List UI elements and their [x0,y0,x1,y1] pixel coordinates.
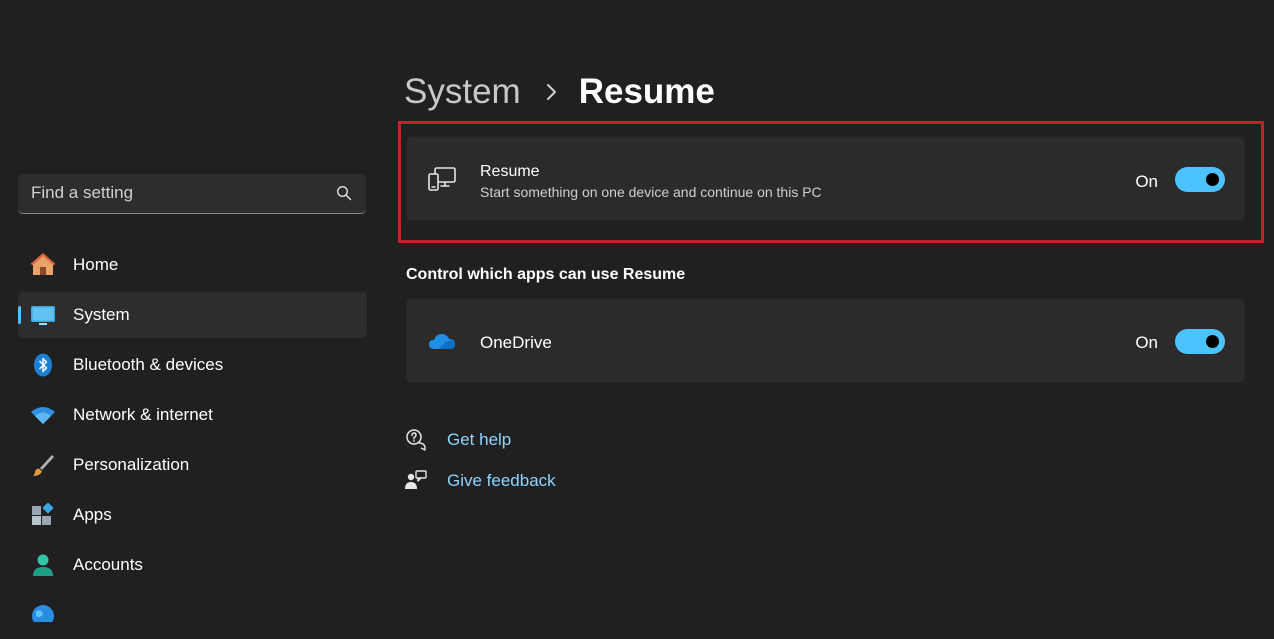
toggle-knob [1206,173,1219,186]
devices-icon [428,167,456,191]
sidebar-item-label: Bluetooth & devices [73,355,224,374]
sidebar-item-accounts[interactable]: Accounts [18,542,367,588]
onedrive-state-label: On [1135,333,1158,352]
sidebar-item-label: Home [73,255,119,274]
give-feedback-row[interactable]: Give feedback [404,468,556,494]
onedrive-setting-card[interactable]: OneDrive On [406,298,1245,383]
sidebar-item-label: Personalization [73,455,190,474]
sidebar-item-apps[interactable]: Apps [18,492,367,538]
monitor-icon [31,306,55,325]
resume-description: Start something on one device and contin… [480,184,822,200]
breadcrumb: System Resume [404,70,715,114]
resume-setting-card[interactable]: Resume Start something on one device and… [406,136,1245,221]
sidebar-nav: Home System Bluetooth & devices Network … [18,242,367,626]
onedrive-icon [429,334,455,349]
sidebar-item-label: Network & internet [73,405,213,424]
globe-icon [32,605,54,622]
resume-title: Resume [480,163,540,180]
search-icon[interactable] [336,185,352,201]
sidebar-item-label: Accounts [73,555,143,574]
get-help-row[interactable]: Get help [404,427,511,453]
sidebar-item-partial[interactable] [18,592,367,622]
page-title: Resume [578,72,715,111]
feedback-icon [405,470,427,489]
bluetooth-icon [34,353,52,377]
sidebar-item-label: Apps [73,505,112,524]
person-icon [33,554,53,576]
sidebar-item-network[interactable]: Network & internet [18,392,367,438]
chevron-right-icon [546,84,556,100]
home-icon [30,253,56,275]
sidebar-item-label: System [73,305,130,324]
toggle-knob [1206,335,1219,348]
search-box[interactable] [18,174,366,214]
breadcrumb-parent[interactable]: System [404,72,521,112]
resume-toggle[interactable] [1175,167,1225,192]
apps-icon [32,503,54,525]
onedrive-title: OneDrive [480,333,552,352]
sidebar-item-bluetooth[interactable]: Bluetooth & devices [18,342,367,388]
wifi-icon [31,407,55,424]
onedrive-toggle[interactable] [1175,329,1225,354]
sidebar-item-system[interactable]: System [18,292,367,338]
brush-icon [33,455,54,476]
help-icon [406,429,426,451]
apps-section-heading: Control which apps can use Resume [406,266,686,283]
give-feedback-link[interactable]: Give feedback [447,471,556,491]
get-help-link[interactable]: Get help [447,430,511,450]
resume-state-label: On [1135,172,1158,191]
sidebar-item-home[interactable]: Home [18,242,367,288]
search-input[interactable] [18,174,331,212]
sidebar-item-personalization[interactable]: Personalization [18,442,367,488]
